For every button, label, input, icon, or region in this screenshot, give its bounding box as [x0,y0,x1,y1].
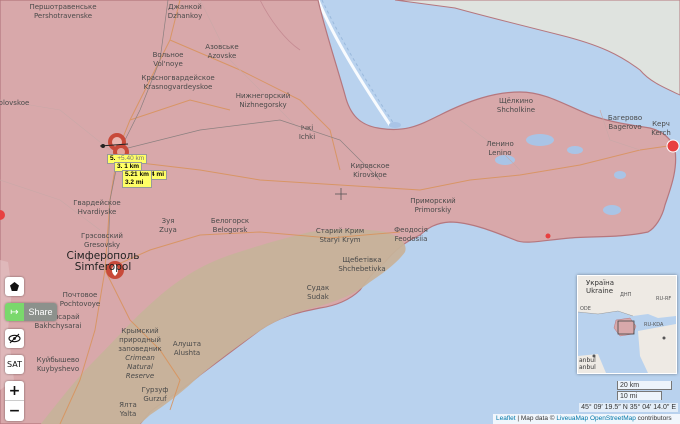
hide-layer-button[interactable] [5,329,24,348]
svg-text:Багерово: Багерово [608,114,642,122]
svg-text:Красногвардейское: Красногвардейское [141,74,214,82]
svg-text:Почтовое: Почтовое [63,291,98,299]
minimap-city: anbul [579,357,596,364]
svg-text:Кировское: Кировское [350,162,389,170]
share-button[interactable]: ↦ Share [5,303,57,321]
share-label: Share [24,303,57,321]
svg-text:Джанкой: Джанкой [168,3,202,11]
svg-text:Sudak: Sudak [307,293,330,301]
svg-text:Kerch: Kerch [651,129,671,137]
svg-text:Алушта: Алушта [173,340,201,348]
zoom-out-button[interactable]: − [5,401,24,421]
svg-text:Керч: Керч [652,120,670,128]
svg-text:Feodosiia: Feodosiia [395,235,428,243]
satellite-toggle-button[interactable]: SAT [5,355,24,374]
distance-label-c: 5.21 km 3.2 mi [122,170,152,188]
svg-text:Azovske: Azovske [208,52,237,60]
svg-text:Natural: Natural [127,363,153,371]
svg-text:Simferopol: Simferopol [75,261,131,273]
zoom-in-button[interactable]: + [5,381,24,401]
svg-text:Ленино: Ленино [486,140,514,148]
svg-text:Pochtovoye: Pochtovoye [60,300,100,308]
minimap-country: Україна [586,279,614,287]
svg-text:природный: природный [119,336,161,344]
minimap[interactable]: Україна Ukraine ODE ДНП RU-RF RU-KDA anb… [577,275,677,374]
svg-text:Bakhchysarai: Bakhchysarai [34,322,81,330]
koktebel-marker[interactable] [545,233,551,239]
attribution-sep: | Map data © [515,415,557,422]
svg-text:Gresovsky: Gresovsky [84,241,120,249]
svg-text:Kuybyshevo: Kuybyshevo [37,365,79,373]
svg-text:Zuya: Zuya [159,226,177,234]
cursor-coordinates: 45° 09′ 19.5″ N 35° 04′ 14.0″ E [579,403,678,412]
svg-text:Nizhnegorsky: Nizhnegorsky [239,101,286,109]
attribution: Leaflet | Map data © LiveuaMap OpenStree… [493,414,680,424]
svg-text:заповедник: заповедник [118,345,162,353]
svg-text:Азовське: Азовське [205,43,238,51]
svg-text:Staryi Krym: Staryi Krym [319,236,360,244]
liveuamap-link[interactable]: LiveuaMap [556,415,588,422]
polygon-tool-button[interactable] [5,277,24,296]
svg-text:Старий Крим: Старий Крим [316,227,364,235]
attribution-contrib: contributors [635,415,672,422]
svg-text:Белогорск: Белогорск [211,217,249,225]
svg-text:Alushta: Alushta [174,349,200,357]
share-arrows-icon: ↦ [5,303,24,321]
minimap-country-lat: Ukraine [586,287,613,295]
svg-text:Shcholkine: Shcholkine [497,106,535,114]
scale-mi: 10 mi [617,391,662,400]
svg-text:Приморский: Приморский [410,197,455,205]
svg-text:Kirovskoe: Kirovskoe [353,171,387,179]
svg-text:Dzhankoy: Dzhankoy [168,12,202,20]
svg-text:Bagerovo: Bagerovo [608,123,641,131]
svg-text:Щебетівка: Щебетівка [342,256,381,264]
svg-text:Ічкі: Ічкі [301,124,313,132]
svg-text:Щёлкино: Щёлкино [499,97,533,105]
svg-text:Вольное: Вольное [153,51,184,59]
svg-text:olovskoe: olovskoe [0,99,29,107]
svg-text:Vol'noye: Vol'noye [153,60,183,68]
svg-text:Ichki: Ichki [299,133,315,141]
minimap-code-kda: RU-KDA [644,322,664,328]
osm-link[interactable]: OpenStreetMap [590,415,636,422]
svg-text:Pershotravenske: Pershotravenske [34,12,92,20]
svg-text:Феодосія: Феодосія [394,226,428,234]
kerch-marker[interactable] [666,139,680,153]
svg-text:Гурзуф: Гурзуф [142,386,169,394]
svg-text:Lenino: Lenino [488,149,511,157]
svg-text:Shchebetivka: Shchebetivka [338,265,385,273]
svg-text:Belogorsk: Belogorsk [213,226,249,234]
svg-text:Crimean: Crimean [125,354,155,362]
minimap-code-left: ODE [580,306,591,312]
minimap-code-mid: ДНП [620,292,632,298]
svg-text:Ялта: Ялта [119,401,137,409]
svg-text:Крымский: Крымский [121,327,158,335]
svg-text:Krasnogvardeyskoe: Krasnogvardeyskoe [144,83,213,91]
svg-text:Нижнегорский: Нижнегорский [236,92,291,100]
svg-text:Reserve: Reserve [126,372,154,380]
svg-text:Гвардейское: Гвардейское [73,199,121,207]
minimap-city-2: anbul [579,364,596,371]
svg-text:Судак: Судак [307,284,329,292]
scale-bar: 20 km 10 mi [617,381,672,400]
leaflet-link[interactable]: Leaflet [496,415,516,422]
svg-text:Yalta: Yalta [119,410,137,418]
svg-text:Gurzuf: Gurzuf [143,395,167,403]
svg-text:Куйбышево: Куйбышево [37,356,80,364]
svg-text:Зуя: Зуя [162,217,175,225]
svg-text:Primorskiy: Primorskiy [415,206,452,214]
minimap-code-rf: RU-RF [656,296,671,302]
zoom-control: + − [5,381,24,421]
svg-text:Грэсовский: Грэсовский [81,232,123,240]
pentagon-icon [10,282,19,291]
svg-text:Hvardiyske: Hvardiyske [78,208,117,216]
scale-km: 20 km [617,381,672,390]
eye-off-icon [8,333,21,344]
svg-text:Першотравенське: Першотравенське [29,3,96,11]
